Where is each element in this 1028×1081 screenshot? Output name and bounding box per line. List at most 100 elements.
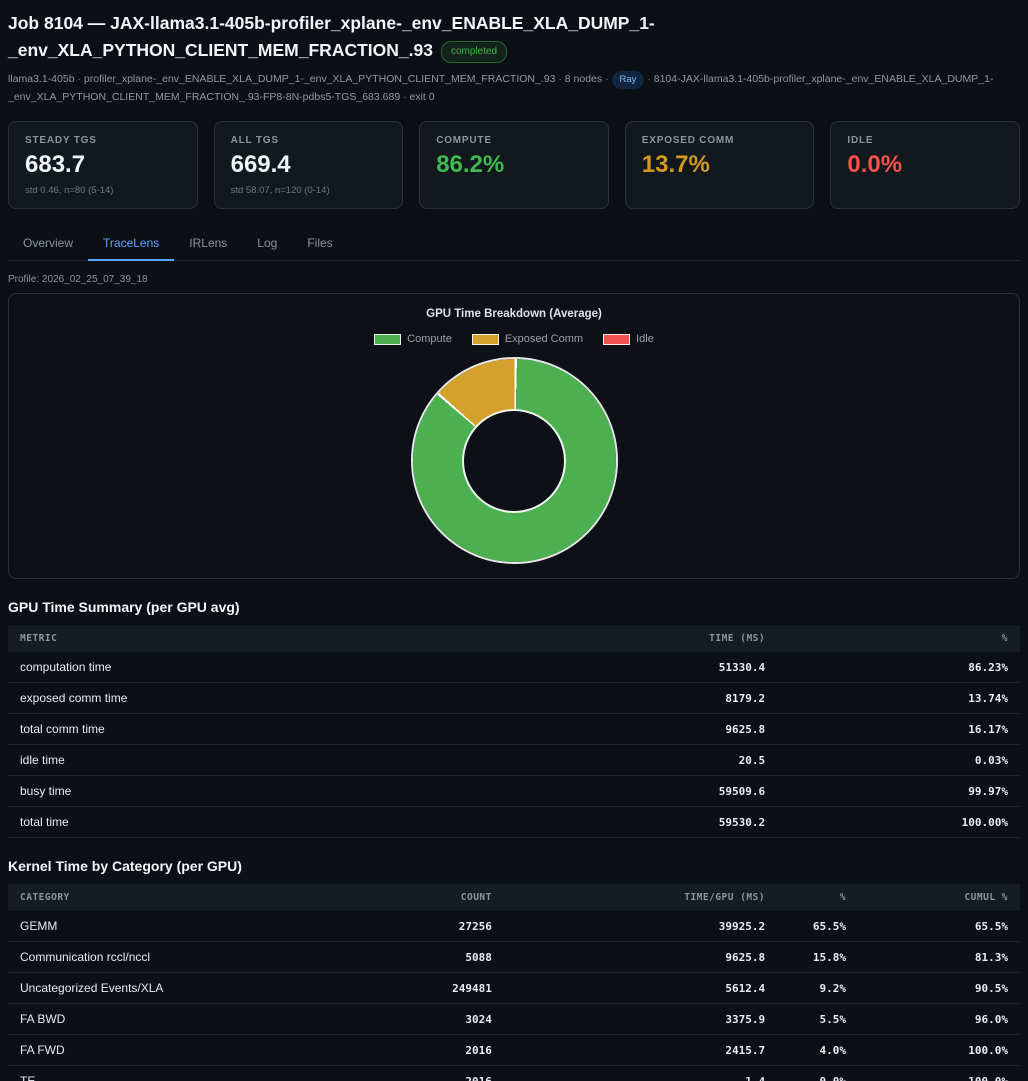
stat-sub: std 58.07, n=120 (0-14)	[231, 185, 387, 196]
table-header-row: CATEGORYCOUNTTIME/GPU (MS)%CUMUL %	[8, 884, 1020, 911]
table-cell: Communication rccl/nccl	[8, 942, 312, 973]
legend-item-compute[interactable]: Compute	[374, 333, 452, 345]
table-cell: TE	[8, 1066, 312, 1081]
stat-label: COMPUTE	[436, 135, 592, 146]
table-cell: 59530.2	[575, 807, 777, 838]
stat-label: ALL TGS	[231, 135, 387, 146]
chart-legend: Compute Exposed Comm Idle	[21, 333, 1007, 345]
table-row: idle time20.50.03%	[8, 745, 1020, 776]
table-cell: exposed comm time	[8, 683, 575, 714]
job-detail-page: Job 8104 — JAX-llama3.1-405b-profiler_xp…	[0, 0, 1028, 1081]
column-header: CUMUL %	[858, 884, 1020, 911]
legend-label: Idle	[636, 333, 654, 345]
meta-separator: ·	[555, 73, 564, 85]
ray-badge: Ray	[612, 71, 645, 89]
column-header: COUNT	[312, 884, 504, 911]
table-cell: 96.0%	[858, 1004, 1020, 1035]
tab-files[interactable]: Files	[292, 227, 347, 260]
table-cell: 27256	[312, 911, 504, 942]
table-cell: 5612.4	[504, 973, 777, 1004]
table-cell: 9.2%	[777, 973, 858, 1004]
stat-card-compute: COMPUTE86.2%	[419, 121, 609, 209]
table-cell: 100.00%	[777, 807, 1020, 838]
legend-label: Compute	[407, 333, 452, 345]
stat-cards: STEADY TGS683.7std 0.46, n=80 (5-14)ALL …	[8, 121, 1020, 209]
table-cell: 5088	[312, 942, 504, 973]
meta-segment: exit 0	[410, 91, 435, 103]
table-row: GEMM2725639925.265.5%65.5%	[8, 911, 1020, 942]
stat-card-exposed-comm: EXPOSED COMM 13.7%	[625, 121, 815, 209]
table-cell: 0.0%	[777, 1066, 858, 1081]
meta-separator: ·	[602, 73, 611, 85]
donut-chart	[413, 359, 616, 562]
stat-label: EXPOSED COMM	[642, 135, 798, 146]
chart-title: GPU Time Breakdown (Average)	[21, 308, 1007, 320]
table-cell: Uncategorized Events/XLA	[8, 973, 312, 1004]
column-header: %	[777, 884, 858, 911]
table-cell: FA FWD	[8, 1035, 312, 1066]
table-row: busy time59509.699.97%	[8, 776, 1020, 807]
gpu-summary-table: METRICTIME (MS)%computation time51330.48…	[8, 625, 1020, 838]
table-cell: 0.03%	[777, 745, 1020, 776]
legend-item-exposed-comm[interactable]: Exposed Comm	[472, 333, 583, 345]
table-cell: 65.5%	[777, 911, 858, 942]
meta-segment: llama3.1-405b	[8, 73, 75, 85]
legend-swatch	[374, 334, 401, 345]
table-cell: 1.4	[504, 1066, 777, 1081]
table-row: FA BWD30243375.95.5%96.0%	[8, 1004, 1020, 1035]
stat-value: 0.0%	[847, 151, 1003, 179]
table-cell: 2016	[312, 1066, 504, 1081]
table-cell: 100.0%	[858, 1066, 1020, 1081]
column-header: %	[777, 625, 1020, 652]
meta-segment: profiler_xplane-_env_ENABLE_XLA_DUMP_1-_…	[84, 73, 556, 85]
table-cell: busy time	[8, 776, 575, 807]
stat-value: 669.4	[231, 151, 387, 179]
stat-value: 13.7%	[642, 151, 798, 179]
stat-label: IDLE	[847, 135, 1003, 146]
table-cell: 100.0%	[858, 1035, 1020, 1066]
table-cell: 2415.7	[504, 1035, 777, 1066]
tab-tracelens[interactable]: TraceLens	[88, 227, 174, 261]
meta-separator: ·	[400, 91, 409, 103]
table-row: total time59530.2100.00%	[8, 807, 1020, 838]
column-header: TIME (MS)	[575, 625, 777, 652]
table-cell: 81.3%	[858, 942, 1020, 973]
table-row: exposed comm time8179.213.74%	[8, 683, 1020, 714]
table-cell: 20.5	[575, 745, 777, 776]
tab-overview[interactable]: Overview	[8, 227, 88, 260]
legend-item-idle[interactable]: Idle	[603, 333, 654, 345]
meta-separator: ·	[644, 73, 653, 85]
table-cell: 65.5%	[858, 911, 1020, 942]
meta-separator: ·	[75, 73, 84, 85]
table-cell: 8179.2	[575, 683, 777, 714]
stat-card-idle: IDLE 0.0%	[830, 121, 1020, 209]
legend-swatch	[603, 334, 630, 345]
profile-label: Profile: 2026_02_25_07_39_18	[8, 274, 1020, 285]
table-cell: 59509.6	[575, 776, 777, 807]
table-row: FA FWD20162415.74.0%100.0%	[8, 1035, 1020, 1066]
table-cell: 15.8%	[777, 942, 858, 973]
tab-irlens[interactable]: IRLens	[174, 227, 242, 260]
table-row: TE20161.40.0%100.0%	[8, 1066, 1020, 1081]
table-cell: 5.5%	[777, 1004, 858, 1035]
donut-wrap	[21, 359, 1007, 562]
table-cell: FA BWD	[8, 1004, 312, 1035]
tab-log[interactable]: Log	[242, 227, 292, 260]
column-header: TIME/GPU (MS)	[504, 884, 777, 911]
table-cell: total comm time	[8, 714, 575, 745]
table-cell: 4.0%	[777, 1035, 858, 1066]
donut-hole	[464, 411, 564, 511]
stat-card-steady-tgs: STEADY TGS683.7std 0.46, n=80 (5-14)	[8, 121, 198, 209]
column-header: METRIC	[8, 625, 575, 652]
table-cell: computation time	[8, 652, 575, 683]
meta-segment: 8 nodes	[565, 73, 602, 85]
job-title-text: Job 8104 — JAX-llama3.1-405b-profiler_xp…	[8, 13, 655, 60]
chart-panel: GPU Time Breakdown (Average) Compute Expo…	[8, 293, 1020, 579]
table-cell: GEMM	[8, 911, 312, 942]
table-row: Communication rccl/nccl50889625.815.8%81…	[8, 942, 1020, 973]
stat-card-all-tgs: ALL TGS 669.4 std 58.07, n=120 (0-14)	[214, 121, 404, 209]
table-cell: 249481	[312, 973, 504, 1004]
status-badge: completed	[441, 41, 507, 63]
table-cell: 2016	[312, 1035, 504, 1066]
table-cell: 90.5%	[858, 973, 1020, 1004]
